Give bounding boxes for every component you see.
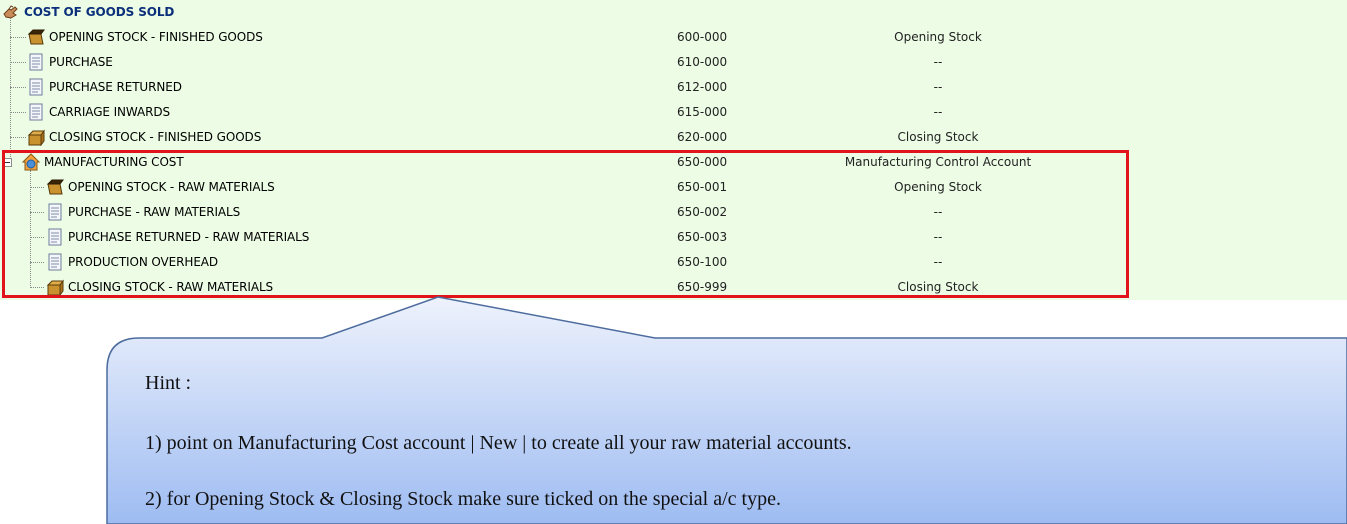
hint-title: Hint :: [145, 372, 192, 394]
hint-line-1: 1) point on Manufacturing Cost account |…: [145, 432, 852, 454]
hint-line-2: 2) for Opening Stock & Closing Stock mak…: [145, 488, 781, 510]
